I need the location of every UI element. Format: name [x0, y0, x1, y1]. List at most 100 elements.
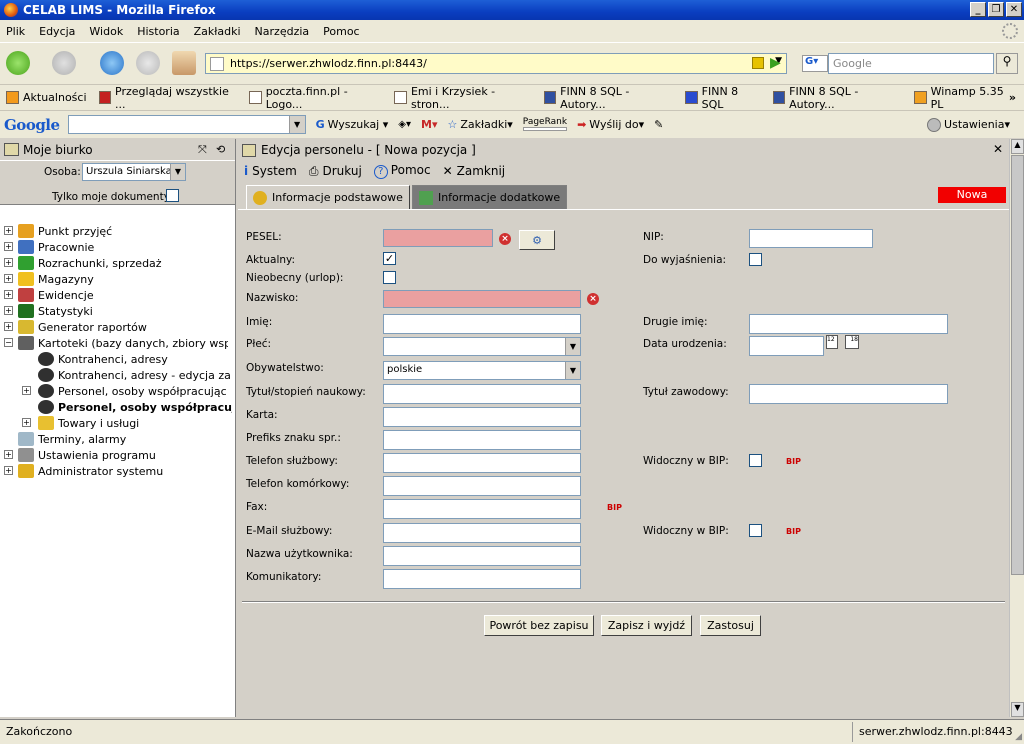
- forward-icon[interactable]: [52, 51, 76, 75]
- bookmark-item[interactable]: FINN 8 SQL: [685, 85, 760, 111]
- bookmark-item[interactable]: poczta.finn.pl - Logo...: [249, 85, 382, 111]
- close-icon[interactable]: ✕: [993, 142, 1003, 156]
- date-picker-icon[interactable]: 12: [826, 335, 838, 349]
- tree-item-kartoteki[interactable]: − Kartoteki (bazy danych, zbiory wspo: [4, 335, 228, 351]
- back-icon[interactable]: [6, 51, 30, 75]
- highlighter-icon[interactable]: ✎: [654, 118, 663, 131]
- calendar-icon[interactable]: 18: [845, 335, 859, 349]
- tree-item-pracownie[interactable]: + Pracownie: [4, 239, 94, 255]
- tree-item-towary[interactable]: + Towary i usługi: [22, 415, 139, 431]
- stop-icon[interactable]: [136, 51, 160, 75]
- tytul-zawodowy-field[interactable]: [749, 384, 948, 404]
- plec-select[interactable]: ▼: [383, 337, 581, 356]
- scroll-down-icon[interactable]: ▼: [1011, 702, 1024, 717]
- data-urodzenia-field[interactable]: [749, 336, 824, 356]
- menu-plik[interactable]: Plik: [6, 25, 25, 38]
- minimize-button[interactable]: _: [970, 2, 986, 17]
- obywatelstwo-select[interactable]: polskie ▼: [383, 361, 581, 380]
- tel-kom-field[interactable]: [383, 476, 581, 496]
- search-icon[interactable]: ⚲: [996, 53, 1018, 74]
- tree-item-administrator[interactable]: + Administrator systemu: [4, 463, 163, 479]
- email-field[interactable]: [383, 523, 581, 543]
- tree-item-personel-selected[interactable]: Personel, osoby współpracuja: [38, 399, 232, 415]
- vertical-scrollbar[interactable]: ▲ ▼: [1009, 139, 1024, 717]
- tree-item-rozrachunki[interactable]: + Rozrachunki, sprzedaż: [4, 255, 162, 271]
- bookmark-item[interactable]: FINN 8 SQL - Autory...: [772, 85, 903, 111]
- tree-item-terminy[interactable]: Terminy, alarmy: [18, 431, 126, 447]
- menu-zakladki[interactable]: Zakładki: [194, 25, 241, 38]
- send-to-button[interactable]: ➡ Wyślij do ▾: [577, 118, 644, 131]
- menu-historia[interactable]: Historia: [137, 25, 179, 38]
- gmail-icon[interactable]: M▾: [421, 118, 437, 131]
- tree-item-generator-raportow[interactable]: + Generator raportów: [4, 319, 147, 335]
- reload-icon[interactable]: [100, 51, 124, 75]
- close-form-button[interactable]: ✕ Zamknij: [443, 164, 506, 178]
- widoczny-bip-email-checkbox[interactable]: [749, 524, 762, 537]
- expand-panel-icon[interactable]: ⤧: [198, 143, 207, 157]
- menu-widok[interactable]: Widok: [89, 25, 123, 38]
- tree-item-ewidencje[interactable]: + Ewidencje: [4, 287, 94, 303]
- menu-pomoc[interactable]: Pomoc: [323, 25, 359, 38]
- nip-field[interactable]: [749, 229, 873, 248]
- overflow-chevron-icon[interactable]: »: [1009, 91, 1016, 104]
- print-button[interactable]: ⎙ Drukuj: [309, 164, 362, 179]
- search-engine-icon[interactable]: G▾: [802, 55, 828, 72]
- bookmark-item[interactable]: Emi i Krzysiek - stron...: [394, 85, 531, 111]
- restore-button[interactable]: ❐: [988, 2, 1004, 17]
- tree-item-kontrahenci[interactable]: Kontrahenci, adresy: [38, 351, 168, 367]
- tab-basic-info[interactable]: Informacje podstawowe: [246, 185, 410, 209]
- home-icon[interactable]: [172, 51, 196, 75]
- menu-edycja[interactable]: Edycja: [39, 25, 75, 38]
- fax-field[interactable]: [383, 499, 581, 519]
- bookmark-item[interactable]: Przeglądaj wszystkie ...: [98, 85, 238, 111]
- widoczny-bip-tel-checkbox[interactable]: [749, 454, 762, 467]
- close-button[interactable]: ✕: [1006, 2, 1022, 17]
- person-select[interactable]: Urszula Siniarska ▼: [82, 163, 186, 181]
- do-wyjasnienia-checkbox[interactable]: [749, 253, 762, 266]
- refresh-panel-icon[interactable]: ⟲: [216, 143, 225, 156]
- menu-narzedzia[interactable]: Narzędzia: [255, 25, 310, 38]
- bookmarks-bar: Aktualności Przeglądaj wszystkie ... poc…: [0, 84, 1024, 111]
- bookmark-item[interactable]: Winamp 5.35 PL: [914, 85, 1016, 111]
- pesel-field[interactable]: [383, 229, 493, 247]
- nieobecny-checkbox[interactable]: [383, 271, 396, 284]
- tree-item-magazyny[interactable]: + Magazyny: [4, 271, 94, 287]
- bookmark-item[interactable]: FINN 8 SQL - Autory...: [543, 85, 674, 111]
- search-input[interactable]: Google: [828, 53, 994, 74]
- login-field[interactable]: [383, 546, 581, 566]
- scroll-up-icon[interactable]: ▲: [1011, 139, 1024, 154]
- url-bar[interactable]: https://serwer.zhwlodz.finn.pl:8443/ ▼: [205, 53, 787, 74]
- tree-item-kontrahenci-edycja[interactable]: Kontrahenci, adresy - edycja za: [38, 367, 232, 383]
- save-and-exit-button[interactable]: Zapisz i wyjdź: [601, 615, 692, 636]
- imie-field[interactable]: [383, 314, 581, 334]
- google-search-input[interactable]: ▼: [67, 115, 306, 134]
- help-button[interactable]: ? Pomoc: [373, 163, 431, 179]
- google-settings-button[interactable]: Ustawienia ▾: [927, 117, 1010, 132]
- scroll-thumb[interactable]: [1011, 155, 1024, 575]
- resize-grip-icon[interactable]: ◢: [1015, 732, 1022, 742]
- back-without-saving-button[interactable]: Powrót bez zapisu: [484, 615, 594, 636]
- tree-item-statystyki[interactable]: + Statystyki: [4, 303, 93, 319]
- go-icon[interactable]: ▶: [770, 55, 781, 71]
- tel-sluzb-field[interactable]: [383, 453, 581, 473]
- tab-extra-info[interactable]: Informacje dodatkowe: [411, 185, 568, 209]
- karta-field[interactable]: [383, 407, 581, 427]
- tree-item-ustawienia[interactable]: + Ustawienia programu: [4, 447, 156, 463]
- google-search-button[interactable]: G Wyszukaj ▾: [316, 118, 389, 131]
- prefiks-field[interactable]: [383, 430, 581, 450]
- drugie-imie-field[interactable]: [749, 314, 948, 334]
- tytul-field[interactable]: [383, 384, 581, 404]
- komunikatory-field[interactable]: [383, 569, 581, 589]
- aktualny-checkbox[interactable]: ✓: [383, 252, 396, 265]
- desktop-panel: Moje biurko ⤧ ⟲ Osoba: Urszula Siniarska…: [0, 139, 236, 717]
- shortcuts-icon[interactable]: ◈▾: [398, 119, 411, 130]
- tree-item-personel[interactable]: + Personel, osoby współpracując: [22, 383, 232, 399]
- apply-button[interactable]: Zastosuj: [700, 615, 761, 636]
- nazwisko-field[interactable]: [383, 290, 581, 308]
- system-button[interactable]: i System: [244, 164, 297, 178]
- pesel-lookup-button[interactable]: ⚙: [519, 230, 555, 250]
- only-mine-checkbox[interactable]: [166, 189, 179, 202]
- google-bookmarks-button[interactable]: ☆ Zakładki ▾: [447, 118, 512, 131]
- tree-item-punkt-przyjec[interactable]: + Punkt przyjęć: [4, 223, 112, 239]
- bookmark-item[interactable]: Aktualności: [6, 91, 87, 104]
